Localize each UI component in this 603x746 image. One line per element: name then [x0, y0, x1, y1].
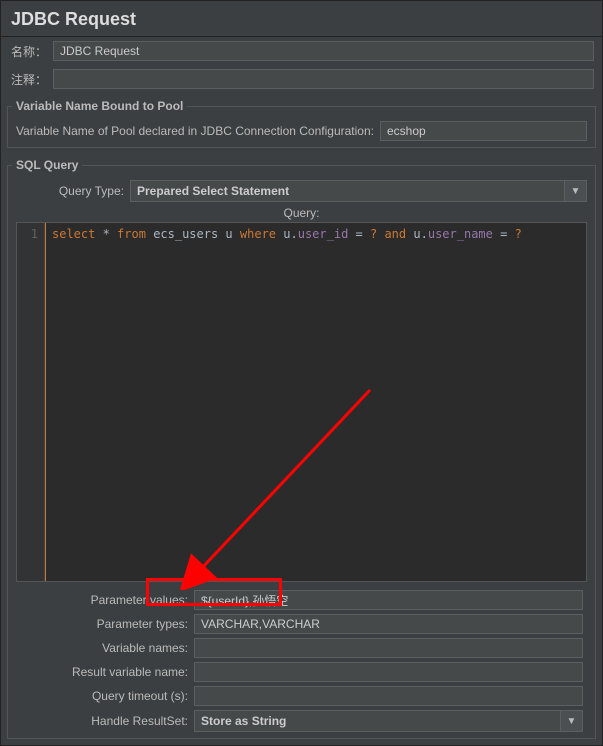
query-timeout-input[interactable] — [194, 686, 583, 706]
query-type-select[interactable]: Prepared Select Statement ▼ — [130, 180, 587, 202]
pool-fieldset: Variable Name Bound to Pool Variable Nam… — [7, 99, 596, 148]
sql-param-2: ? — [515, 227, 522, 241]
pool-input[interactable] — [380, 121, 587, 141]
param-values-input[interactable] — [194, 590, 583, 610]
sql-keyword-and: and — [384, 227, 406, 241]
query-type-value: Prepared Select Statement — [130, 180, 565, 202]
comment-input[interactable] — [53, 69, 594, 89]
sql-column-userid: user_id — [298, 227, 349, 241]
comment-label: 注释： — [9, 71, 49, 88]
sql-keyword-select: select — [52, 227, 95, 241]
dropdown-arrow-icon[interactable]: ▼ — [565, 180, 587, 202]
handle-resultset-label: Handle ResultSet: — [20, 714, 190, 728]
pool-label: Variable Name of Pool declared in JDBC C… — [16, 124, 376, 138]
sql-code[interactable]: select * from ecs_users u where u.user_i… — [45, 223, 586, 581]
name-label: 名称： — [9, 43, 49, 60]
parameter-grid: Parameter values: Parameter types: Varia… — [12, 588, 591, 734]
sql-keyword-where: where — [240, 227, 276, 241]
variable-names-input[interactable] — [194, 638, 583, 658]
jdbc-request-panel: JDBC Request 名称： 注释： Variable Name Bound… — [0, 0, 603, 746]
editor-gutter: 1 — [17, 223, 45, 581]
param-types-label: Parameter types: — [20, 617, 190, 631]
query-type-label: Query Type: — [16, 184, 126, 198]
pool-legend: Variable Name Bound to Pool — [12, 99, 187, 113]
query-header: Query: — [12, 204, 591, 222]
param-types-input[interactable] — [194, 614, 583, 634]
result-variable-label: Result variable name: — [20, 665, 190, 679]
result-variable-input[interactable] — [194, 662, 583, 682]
handle-resultset-value: Store as String — [194, 710, 561, 732]
sql-legend: SQL Query — [12, 158, 82, 172]
handle-resultset-select[interactable]: Store as String ▼ — [194, 710, 583, 732]
sql-column-username: user_name — [428, 227, 493, 241]
query-timeout-label: Query timeout (s): — [20, 689, 190, 703]
dropdown-arrow-icon[interactable]: ▼ — [561, 710, 583, 732]
panel-title: JDBC Request — [1, 1, 602, 37]
sql-keyword-from: from — [117, 227, 146, 241]
sql-table: ecs_users u — [153, 227, 240, 241]
param-values-label: Parameter values: — [20, 593, 190, 607]
sql-editor[interactable]: 1 select * from ecs_users u where u.user… — [16, 222, 587, 582]
sql-fieldset: SQL Query Query Type: Prepared Select St… — [7, 158, 596, 739]
line-number-1: 1 — [17, 227, 38, 241]
name-input[interactable] — [53, 41, 594, 61]
variable-names-label: Variable names: — [20, 641, 190, 655]
